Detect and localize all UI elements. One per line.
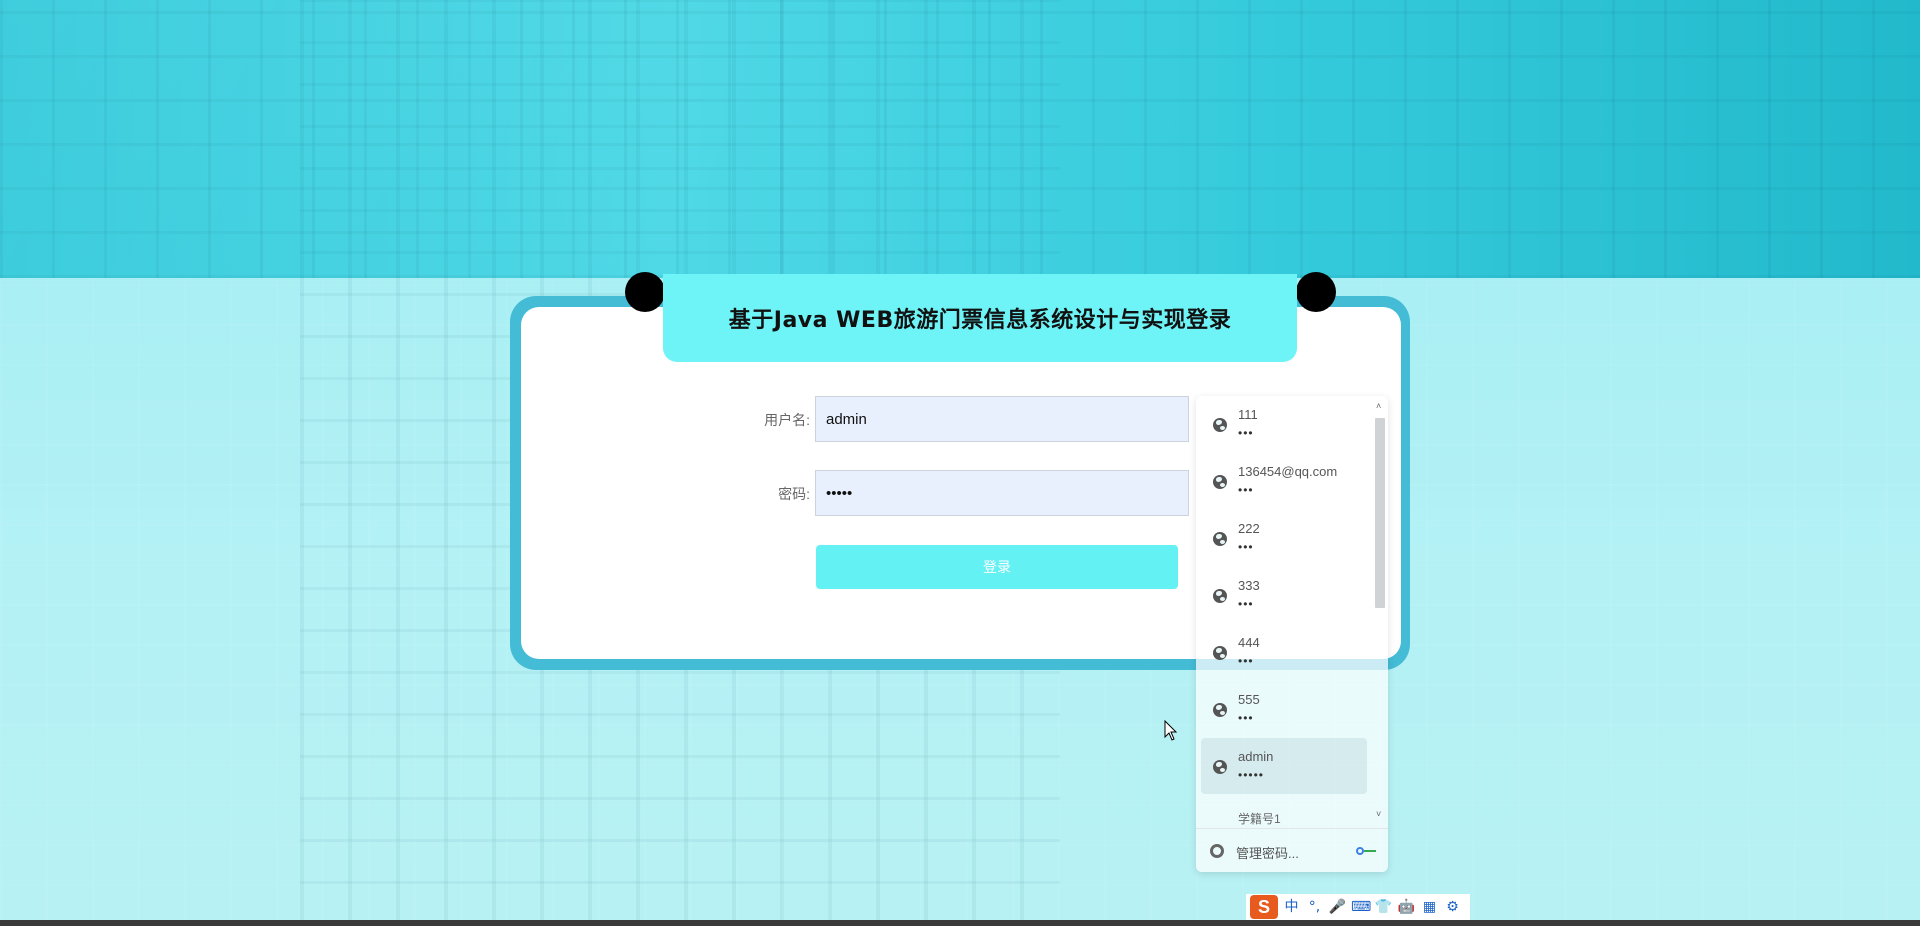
autofill-username: admin [1238,749,1274,764]
autofill-username: 111 [1238,407,1258,422]
autofill-item[interactable]: 222 ••• [1201,510,1367,566]
autofill-item-partial[interactable]: 学籍号1 [1238,810,1281,826]
autofill-password: ••• [1238,426,1254,440]
password-input[interactable] [815,470,1189,516]
toolbox-icon[interactable]: ▦ [1420,897,1439,917]
autofill-username: 444 [1238,635,1260,650]
globe-icon [1213,475,1227,489]
autofill-username: 136454@qq.com [1238,464,1338,479]
decorative-ear-right [1296,272,1336,312]
globe-icon [1213,703,1227,717]
autofill-item-selected[interactable]: admin ••••• [1201,738,1367,794]
globe-icon [1213,589,1227,603]
autofill-password: ••• [1238,483,1254,497]
autofill-item[interactable]: 111 ••• [1201,396,1367,452]
login-button[interactable]: 登录 [816,545,1178,589]
chevron-down-icon[interactable]: ˅ [1376,810,1384,819]
page-title: 基于Java WEB旅游门票信息系统设计与实现登录 [728,308,1232,333]
autofill-password: ••• [1238,597,1254,611]
autofill-password: ••• [1238,654,1254,668]
autofill-username: 222 [1238,521,1260,536]
globe-icon [1213,760,1227,774]
ime-toolbar: S 中 °, 🎤 ⌨ 👕 🤖 ▦ ⚙ [1246,894,1470,920]
decorative-ear-left [625,272,665,312]
globe-icon [1213,532,1227,546]
autofill-password: ••••• [1238,768,1265,782]
ime-chinese-mode-icon[interactable]: 中 [1282,897,1301,917]
autofill-password: ••• [1238,711,1254,725]
autofill-username: 555 [1238,692,1260,707]
taskbar-edge [0,920,1920,926]
autofill-password: ••• [1238,540,1254,554]
autofill-scrollbar[interactable]: ˄ ˅ [1372,396,1388,826]
password-label: 密码: [778,486,810,502]
scroll-thumb[interactable] [1375,418,1385,608]
chevron-up-icon[interactable]: ˄ [1376,402,1384,411]
sogou-ime-logo[interactable]: S [1250,895,1278,919]
username-input[interactable] [815,396,1189,442]
title-tab: 基于Java WEB旅游门票信息系统设计与实现登录 [663,274,1297,362]
ime-punctuation-icon[interactable]: °, [1305,897,1324,917]
globe-icon [1213,646,1227,660]
keyboard-icon[interactable]: ⌨ [1351,897,1371,917]
mouse-cursor-icon [1164,720,1178,741]
manage-passwords-label: 管理密码... [1236,846,1299,861]
manage-passwords-row[interactable]: 管理密码... [1196,828,1388,872]
autofill-username: 333 [1238,578,1260,593]
robot-icon[interactable]: 🤖 [1397,897,1416,917]
username-label: 用户名: [764,412,810,428]
key-icon [1356,847,1378,857]
password-autofill-dropdown: 111 ••• 136454@qq.com ••• 222 ••• 333 ••… [1196,396,1388,872]
settings-gear-icon[interactable]: ⚙ [1443,897,1462,917]
skin-icon[interactable]: 👕 [1374,897,1393,917]
autofill-item[interactable]: 333 ••• [1201,567,1367,623]
autofill-item[interactable]: 136454@qq.com ••• [1201,453,1367,509]
microphone-icon[interactable]: 🎤 [1328,897,1347,917]
autofill-item[interactable]: 444 ••• [1201,624,1367,680]
chrome-icon [1210,844,1224,858]
autofill-item[interactable]: 555 ••• [1201,681,1367,737]
autofill-list: 111 ••• 136454@qq.com ••• 222 ••• 333 ••… [1196,396,1372,826]
globe-icon [1213,418,1227,432]
